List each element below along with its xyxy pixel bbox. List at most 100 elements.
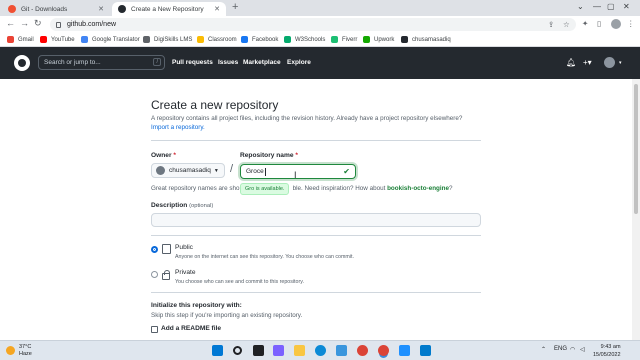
microsoft-store-icon[interactable] xyxy=(336,345,347,356)
new-tab-icon[interactable]: + xyxy=(232,1,238,13)
bookmark-classroom[interactable]: Classroom xyxy=(197,36,237,43)
chrome-menu-icon[interactable]: ⋮ xyxy=(627,19,635,28)
chevron-down-icon: ▼ xyxy=(213,167,219,174)
url-bar[interactable]: github.com/new xyxy=(50,18,576,31)
taskbar-clock[interactable]: 9:43 am 15/05/2022 xyxy=(593,343,621,359)
file-explorer-icon[interactable] xyxy=(294,345,305,356)
create-new-plus-icon[interactable]: +▾ xyxy=(583,58,592,67)
chrome-active-icon[interactable] xyxy=(378,345,389,356)
git-favicon-icon xyxy=(8,5,16,13)
bookmark-github-profile[interactable]: chusamasadiq xyxy=(401,36,451,43)
tab-git-downloads[interactable]: Git - Downloads ✕ xyxy=(2,2,110,16)
wifi-icon[interactable]: ◠ xyxy=(570,346,575,353)
bookmark-youtube[interactable]: YouTube xyxy=(40,36,75,43)
language-icon[interactable]: ENG xyxy=(554,346,567,352)
nav-pull-requests[interactable]: Pull requests xyxy=(172,59,213,66)
clock-date: 15/05/2022 xyxy=(593,352,621,358)
nav-issues[interactable]: Issues xyxy=(218,59,238,66)
browser-tab-strip: Git - Downloads ✕ Create a New Repositor… xyxy=(0,0,640,16)
add-readme-checkbox[interactable] xyxy=(151,326,158,333)
extensions-icon[interactable]: ✦ xyxy=(582,19,588,28)
owner-label: Owner * xyxy=(151,152,176,159)
bookmarks-bar: Gmail YouTube Google Translator DigiSkil… xyxy=(0,33,640,47)
youtube-icon xyxy=(40,36,47,43)
teams-chat-icon[interactable] xyxy=(273,345,284,356)
sun-icon xyxy=(6,346,15,355)
github-logo-icon[interactable] xyxy=(14,55,30,71)
tab-search-icon[interactable]: ⌄ xyxy=(577,2,584,11)
nav-explore[interactable]: Explore xyxy=(287,59,311,66)
repository-name-input[interactable]: Groce ✔ xyxy=(240,164,356,179)
bookmark-google-translator[interactable]: Google Translator xyxy=(81,36,140,43)
owner-dropdown[interactable]: chusamasadiq ▼ xyxy=(151,163,225,178)
google-translate-icon xyxy=(81,36,88,43)
profile-avatar[interactable] xyxy=(611,19,621,29)
github-header: Search or jump to... / Pull requests Iss… xyxy=(0,47,640,79)
private-label: Private xyxy=(175,269,196,276)
task-view-icon[interactable] xyxy=(253,345,264,356)
sidebar-icon[interactable]: ▯ xyxy=(597,19,601,28)
add-readme-label[interactable]: Add a README file xyxy=(161,325,221,332)
owner-repo-separator: / xyxy=(230,163,234,175)
search-shortcut-badge: / xyxy=(153,58,161,66)
owner-value: chusamasadiq xyxy=(169,167,211,174)
private-radio[interactable] xyxy=(151,271,158,278)
bookmark-gmail[interactable]: Gmail xyxy=(7,36,34,43)
bookmark-fiverr[interactable]: Fiverr xyxy=(331,36,357,43)
page-title: Create a new repository xyxy=(151,98,279,112)
close-window-icon[interactable]: ✕ xyxy=(623,2,630,11)
user-avatar[interactable] xyxy=(604,57,615,68)
bookmark-w3schools[interactable]: W3Schools xyxy=(284,36,325,43)
volume-icon[interactable]: ◁ xyxy=(580,346,585,353)
chrome-icon[interactable] xyxy=(357,345,368,356)
github-search-input[interactable]: Search or jump to... / xyxy=(38,55,165,70)
tray-overflow-icon[interactable]: ⌃ xyxy=(541,346,546,353)
divider xyxy=(151,292,481,293)
github-icon xyxy=(401,36,408,43)
lock-icon xyxy=(56,21,61,28)
bookmark-facebook[interactable]: Facebook xyxy=(241,36,278,43)
close-tab-icon[interactable]: ✕ xyxy=(98,5,104,13)
user-menu-caret-icon[interactable]: ▾ xyxy=(619,60,622,66)
owner-avatar xyxy=(156,166,165,175)
app-icon[interactable] xyxy=(399,345,410,356)
share-icon[interactable]: ⇪ xyxy=(548,20,554,29)
suggested-name-link[interactable]: bookish-octo-engine xyxy=(387,185,449,192)
repository-name-value: Groce xyxy=(246,168,264,175)
clock-time: 9:43 am xyxy=(600,344,621,350)
minimize-icon[interactable]: — xyxy=(593,2,601,11)
availability-tooltip: Gro is available. xyxy=(240,183,290,195)
upwork-icon xyxy=(363,36,370,43)
w3schools-icon xyxy=(284,36,291,43)
address-bar-row: ← → ↻ github.com/new ⇪ ☆ ✦ ▯ ⋮ xyxy=(0,16,640,33)
notifications-bell-icon[interactable]: 🔔︎ xyxy=(566,58,576,67)
github-favicon-icon xyxy=(118,5,126,13)
reload-icon[interactable]: ↻ xyxy=(34,18,42,29)
scrollbar-thumb[interactable] xyxy=(634,84,638,214)
search-icon[interactable] xyxy=(233,346,242,355)
weather-temp: 37°C xyxy=(19,344,32,350)
weather-desc: Haze xyxy=(19,351,32,357)
bookmark-digiskills[interactable]: DigiSkills LMS xyxy=(143,36,192,43)
windows-taskbar: 37°C Haze ⌃ ENG ◠ ◁ 9:43 am 15/05/2022 xyxy=(0,340,640,360)
tab-title: Git - Downloads xyxy=(21,5,68,13)
bookmark-upwork[interactable]: Upwork xyxy=(363,36,394,43)
public-repo-icon xyxy=(162,244,171,254)
close-tab-icon[interactable]: ✕ xyxy=(214,5,220,13)
import-repository-link[interactable]: Import a repository. xyxy=(151,124,205,131)
bookmark-star-icon[interactable]: ☆ xyxy=(563,20,570,29)
tab-create-repository[interactable]: Create a New Repository ✕ xyxy=(112,2,226,16)
forward-icon[interactable]: → xyxy=(20,18,29,28)
maximize-icon[interactable]: ▢ xyxy=(607,2,615,11)
public-radio[interactable] xyxy=(151,246,158,253)
classroom-icon xyxy=(197,36,204,43)
windows-start-icon[interactable] xyxy=(212,345,223,356)
vscode-icon[interactable] xyxy=(420,345,431,356)
back-icon[interactable]: ← xyxy=(6,18,15,28)
repository-name-label: Repository name * xyxy=(240,152,298,159)
facebook-icon xyxy=(241,36,248,43)
description-input[interactable] xyxy=(151,213,481,227)
description-label: Description (optional) xyxy=(151,202,214,209)
edge-icon[interactable] xyxy=(315,345,326,356)
nav-marketplace[interactable]: Marketplace xyxy=(243,59,281,66)
